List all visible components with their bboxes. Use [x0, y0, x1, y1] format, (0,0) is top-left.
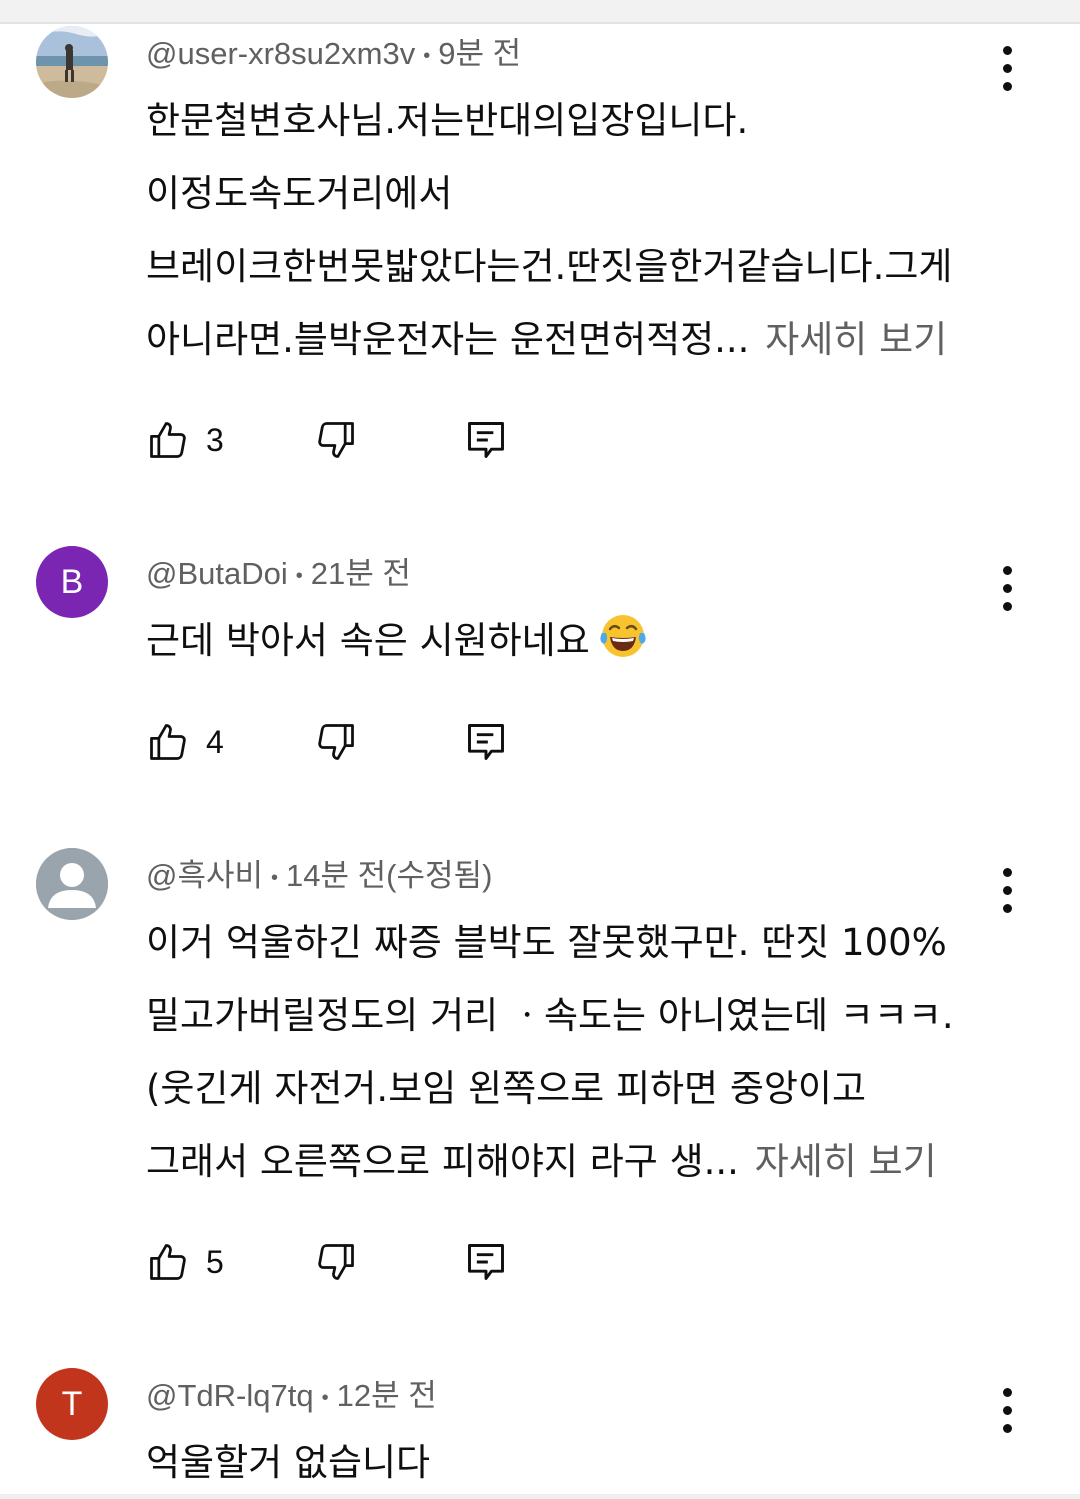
bottom-divider	[0, 1494, 1080, 1499]
thumbs-up-icon	[150, 1244, 186, 1280]
comment-line: 그래서 오른쪽으로 피해야지 라구 생... 자세히 보기	[146, 1125, 1026, 1198]
thumbs-down-icon	[318, 1244, 354, 1280]
comment-meta: @ButaDoi • 21분 전	[146, 554, 411, 594]
like-button[interactable]: 4	[146, 718, 224, 766]
reply-icon	[468, 724, 504, 760]
avatar-letter: B	[60, 562, 84, 601]
thumbs-down-icon	[318, 422, 354, 458]
avatar[interactable]: B	[36, 546, 108, 618]
dislike-button[interactable]	[314, 416, 358, 464]
avatar[interactable]	[36, 26, 108, 98]
separator-dot: •	[423, 44, 431, 67]
comment-line: 억울할거 없습니다	[146, 1441, 431, 1484]
avatar[interactable]	[36, 848, 108, 920]
read-more-link[interactable]: 자세히 보기	[755, 1140, 937, 1183]
comment-time: 14분 전(수정됨)	[286, 858, 493, 893]
comment-line: 근데 박아서 속은 시원하네요	[146, 604, 1026, 677]
reply-button[interactable]	[464, 416, 508, 464]
comment-line-text: 근데 박아서 속은 시원하네요	[146, 619, 590, 662]
thumbs-up-icon	[150, 422, 186, 458]
separator-dot: •	[321, 1386, 329, 1409]
separator-dot: •	[295, 564, 303, 587]
comment-meta: @흑사비 • 14분 전(수정됨)	[146, 856, 492, 896]
face-with-tears-of-joy-icon	[600, 615, 646, 657]
comment-author[interactable]: @TdR-lq7tq	[146, 1378, 314, 1413]
like-button[interactable]: 5	[146, 1238, 224, 1286]
dislike-button[interactable]	[314, 1238, 358, 1286]
comment-time: 12분 전	[336, 1378, 437, 1413]
reply-icon	[468, 422, 504, 458]
comment-text: 한문철변호사님.저는반대의입장입니다. 이정도속도거리에서 브레이크한번못밟았다…	[146, 84, 1026, 376]
like-count: 3	[206, 421, 224, 458]
like-count: 5	[206, 1243, 224, 1280]
comment-line: 이거 억울하긴 짜증 블박도 잘못했구만. 딴짓 100%	[146, 921, 947, 964]
comment-time: 21분 전	[310, 556, 411, 591]
read-more-link[interactable]: 자세히 보기	[765, 318, 947, 361]
separator-dot: •	[271, 866, 279, 889]
comment-meta: @user-xr8su2xm3v • 9분 전	[146, 34, 521, 74]
default-user-icon	[36, 848, 108, 920]
reply-icon	[468, 1244, 504, 1280]
comment-author[interactable]: @user-xr8su2xm3v	[146, 36, 415, 71]
comment-text: 억울할거 없습니다	[146, 1426, 1026, 1499]
dislike-button[interactable]	[314, 718, 358, 766]
reply-button[interactable]	[464, 1238, 508, 1286]
comment-meta: @TdR-lq7tq • 12분 전	[146, 1376, 437, 1416]
avatar-photo	[36, 26, 108, 98]
comment-line: 이정도속도거리에서	[146, 172, 453, 215]
comment-line: 밀고가버릴정도의 거리 ㆍ속도는 아니였는데 ㅋㅋㅋ.	[146, 994, 954, 1037]
top-divider	[0, 0, 1080, 24]
comment-line: 아니라면.블박운전자는 운전면허적정... 자세히 보기	[146, 303, 1026, 376]
comment-line: 한문철변호사님.저는반대의입장입니다.	[146, 99, 749, 142]
comment-time: 9분 전	[438, 36, 522, 71]
comment-text: 근데 박아서 속은 시원하네요	[146, 604, 1026, 677]
avatar[interactable]: T	[36, 1368, 108, 1440]
comment-text: 이거 억울하긴 짜증 블박도 잘못했구만. 딴짓 100% 밀고가버릴정도의 거…	[146, 906, 1026, 1198]
comment-line: 브레이크한번못밟았다는건.딴짓을한거같습니다.그게	[146, 245, 953, 288]
comment-line-text: 아니라면.블박운전자는 운전면허적정...	[146, 318, 750, 361]
thumbs-up-icon	[150, 724, 186, 760]
thumbs-down-icon	[318, 724, 354, 760]
comment-line-text: 그래서 오른쪽으로 피해야지 라구 생...	[146, 1140, 739, 1183]
comment-author[interactable]: @흑사비	[146, 858, 263, 893]
like-count: 4	[206, 723, 224, 760]
reply-button[interactable]	[464, 718, 508, 766]
avatar-letter: T	[61, 1384, 83, 1423]
comment-line: (웃긴게 자전거.보임 왼쪽으로 피하면 중앙이고	[146, 1067, 867, 1110]
comment-author[interactable]: @ButaDoi	[146, 556, 288, 591]
like-button[interactable]: 3	[146, 416, 224, 464]
